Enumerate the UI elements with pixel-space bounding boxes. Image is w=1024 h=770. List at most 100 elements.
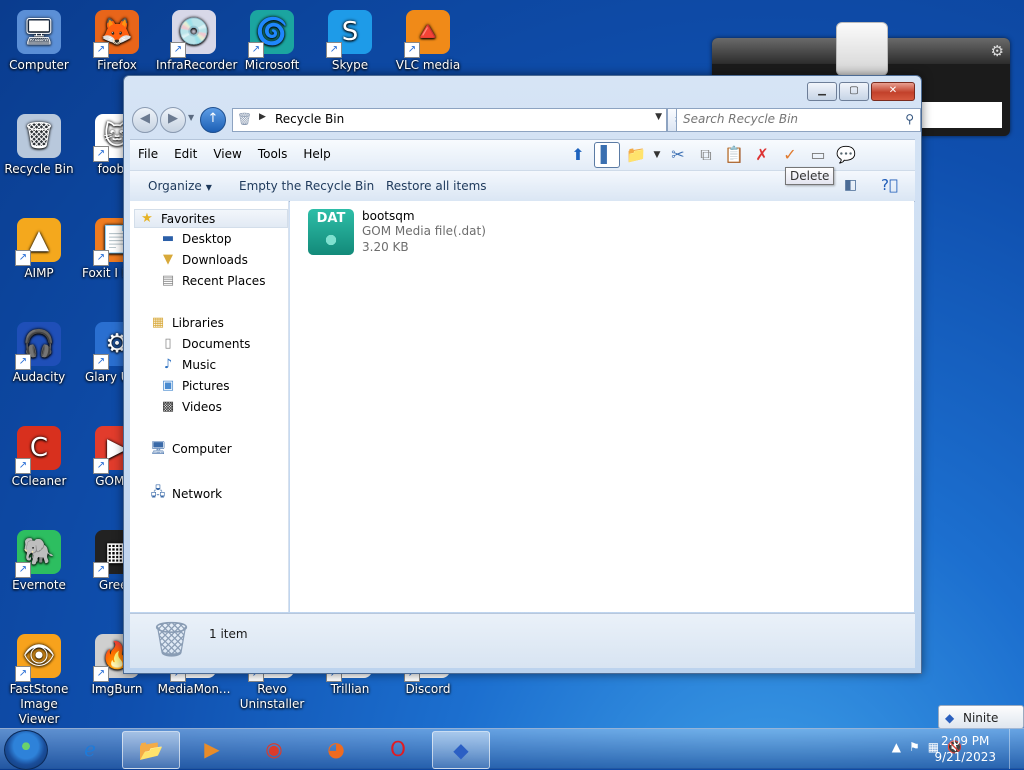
- clock[interactable]: 2:09 PM 9/21/2023: [934, 733, 996, 765]
- ninite-notification[interactable]: ◆ Ninite: [938, 705, 1024, 729]
- menu-view[interactable]: View: [205, 147, 249, 161]
- forward-button[interactable]: ▶: [160, 107, 186, 133]
- nav-desktop[interactable]: ▬ Desktop: [160, 231, 232, 246]
- folder-options-icon[interactable]: 📁: [624, 143, 648, 167]
- shortcut-arrow-icon: ↗: [15, 562, 31, 578]
- nav-label: Videos: [182, 399, 222, 414]
- action-center-icon[interactable]: ⚑: [909, 740, 920, 754]
- gear-icon[interactable]: ⚙: [991, 42, 1004, 60]
- desktop-icon-7[interactable]: 🗑 Recycle Bin: [1, 114, 77, 177]
- menu-file[interactable]: File: [130, 147, 166, 161]
- search-box[interactable]: ⚲: [676, 108, 921, 132]
- start-button[interactable]: [4, 730, 48, 770]
- internet-explorer-icon[interactable]: ℯ: [62, 731, 118, 767]
- shortcut-arrow-icon: ↗: [248, 42, 264, 58]
- delete-icon[interactable]: ✗: [750, 143, 774, 167]
- preview-pane-icon[interactable]: ◧: [844, 177, 857, 193]
- nav-label: Pictures: [182, 378, 230, 393]
- recycle-bin-icon: 🗑: [17, 114, 61, 158]
- gadget-knob[interactable]: [836, 22, 888, 76]
- file-icon-text: DAT: [316, 211, 346, 226]
- cut-icon[interactable]: ✂: [666, 143, 690, 167]
- rename-icon[interactable]: ▭: [806, 143, 830, 167]
- copy-icon[interactable]: ⧉: [694, 143, 718, 167]
- nav-recent-places[interactable]: ▤ Recent Places: [160, 273, 266, 288]
- shortcut-arrow-icon: ↗: [15, 458, 31, 474]
- nav-documents[interactable]: ▯ Documents: [160, 336, 250, 351]
- menu-help[interactable]: Help: [295, 147, 338, 161]
- nav-videos[interactable]: ▩ Videos: [160, 399, 222, 414]
- nav-computer[interactable]: 🖥 Computer: [150, 441, 232, 456]
- back-button[interactable]: ◀: [132, 107, 158, 133]
- nav-label: Downloads: [182, 252, 248, 267]
- ninite-taskbar-icon[interactable]: ◆: [432, 731, 490, 769]
- libraries-icon: ▦: [151, 315, 165, 330]
- address-bar[interactable]: 🗑 ▶ Recycle Bin ▼: [232, 108, 667, 132]
- desktop-icon-5[interactable]: S ↗ Skype: [312, 10, 388, 73]
- nav-network[interactable]: 🖧 Network: [150, 483, 222, 505]
- chat-icon[interactable]: 💬: [834, 143, 858, 167]
- desktop-icon-13[interactable]: C ↗ CCleaner: [1, 426, 77, 489]
- desktop-icon-1[interactable]: 🖥 Computer: [1, 10, 77, 73]
- firefox-icon[interactable]: ◕: [308, 731, 364, 767]
- recent-places-icon: ▤: [161, 273, 175, 288]
- desktop-icon-3[interactable]: 💿 ↗ InfraRecorder: [156, 10, 237, 73]
- minimize-button[interactable]: ▁: [807, 82, 837, 101]
- file-explorer-icon[interactable]: 📂: [122, 731, 180, 769]
- shortcut-arrow-icon: ↗: [93, 562, 109, 578]
- up-folder-icon[interactable]: ⬆: [566, 143, 590, 167]
- chevron-up-icon[interactable]: ▲: [892, 740, 901, 754]
- desktop-icon-2[interactable]: 🦊 ↗ Firefox: [79, 10, 155, 73]
- nav-music[interactable]: ♪ Music: [160, 357, 216, 372]
- close-button[interactable]: ✕: [871, 82, 915, 101]
- edge-icon: 🌀 ↗: [248, 10, 294, 58]
- nav-libraries[interactable]: ▦ Libraries: [150, 315, 224, 330]
- desktop-icon-11[interactable]: 🎧 ↗ Audacity: [1, 322, 77, 385]
- search-icon[interactable]: ⚲: [905, 112, 914, 126]
- shortcut-arrow-icon: ↗: [15, 250, 31, 266]
- opera-icon[interactable]: O: [370, 731, 426, 767]
- nav-pictures[interactable]: ▣ Pictures: [160, 378, 230, 393]
- nav-downloads[interactable]: ▼ Downloads: [160, 252, 248, 267]
- desktop-icon-label: Microsoft: [244, 58, 300, 72]
- computer-icon: 🖥: [150, 441, 167, 456]
- search-input[interactable]: [677, 109, 889, 129]
- explorer-window: ▁ ▢ ✕ ◀ ▶ ▼ ↑ 🗑 ▶ Recycle Bin ▼ ⇄ ⚲ File…: [123, 75, 922, 674]
- desktop-icon-label: Audacity: [12, 370, 66, 384]
- desktop-icon-17[interactable]: 👁 ↗ FastStone Image Viewer: [1, 634, 77, 727]
- menu-edit[interactable]: Edit: [166, 147, 205, 161]
- nav-favorites[interactable]: ★ Favorites: [134, 209, 288, 228]
- chrome-icon[interactable]: ◉: [246, 731, 302, 767]
- nav-label: Computer: [172, 441, 232, 456]
- desktop-icon-label: Skype: [331, 58, 369, 72]
- nav-label: Network: [172, 487, 223, 501]
- maximize-button[interactable]: ▢: [839, 82, 869, 101]
- properties-icon[interactable]: ✓: [778, 143, 802, 167]
- paste-icon[interactable]: 📋: [722, 143, 746, 167]
- address-dropdown-icon[interactable]: ▼: [655, 112, 662, 122]
- shortcut-arrow-icon: ↗: [326, 42, 342, 58]
- menu-tools[interactable]: Tools: [250, 147, 296, 161]
- restore-all-button[interactable]: Restore all items: [386, 179, 487, 193]
- desktop-icon-4[interactable]: 🌀 ↗ Microsoft: [234, 10, 310, 73]
- desktop-icon-label: Recycle Bin: [4, 162, 74, 176]
- empty-recycle-bin-button[interactable]: Empty the Recycle Bin: [239, 179, 374, 193]
- desktop-icon-label: CCleaner: [11, 474, 67, 488]
- show-desktop-button[interactable]: [1009, 729, 1024, 769]
- ccleaner-icon: C ↗: [15, 426, 61, 474]
- desktop-icon-label: Computer: [9, 58, 69, 72]
- chevron-down-icon[interactable]: ▼: [652, 143, 662, 167]
- desktop-icon-15[interactable]: 🐘 ↗ Evernote: [1, 530, 77, 593]
- breadcrumb-arrow-icon[interactable]: ▶: [259, 112, 266, 122]
- media-player-icon[interactable]: ▶: [184, 731, 240, 767]
- pane-toggle-icon[interactable]: ▌: [594, 142, 620, 168]
- desktop-icon-9[interactable]: ▲ ↗ AIMP: [1, 218, 77, 281]
- nav-label: Libraries: [172, 315, 224, 330]
- breadcrumb[interactable]: Recycle Bin: [275, 112, 344, 126]
- recent-pages-dropdown[interactable]: ▼: [188, 113, 194, 122]
- organize-button[interactable]: Organize ▼: [148, 179, 212, 193]
- file-item[interactable]: DAT bootsqm GOM Media file(.dat) 3.20 KB: [308, 209, 486, 255]
- help-icon[interactable]: ?⃝: [881, 176, 898, 194]
- desktop-icon-6[interactable]: 🔺 ↗ VLC media: [390, 10, 466, 73]
- up-button[interactable]: ↑: [200, 107, 226, 133]
